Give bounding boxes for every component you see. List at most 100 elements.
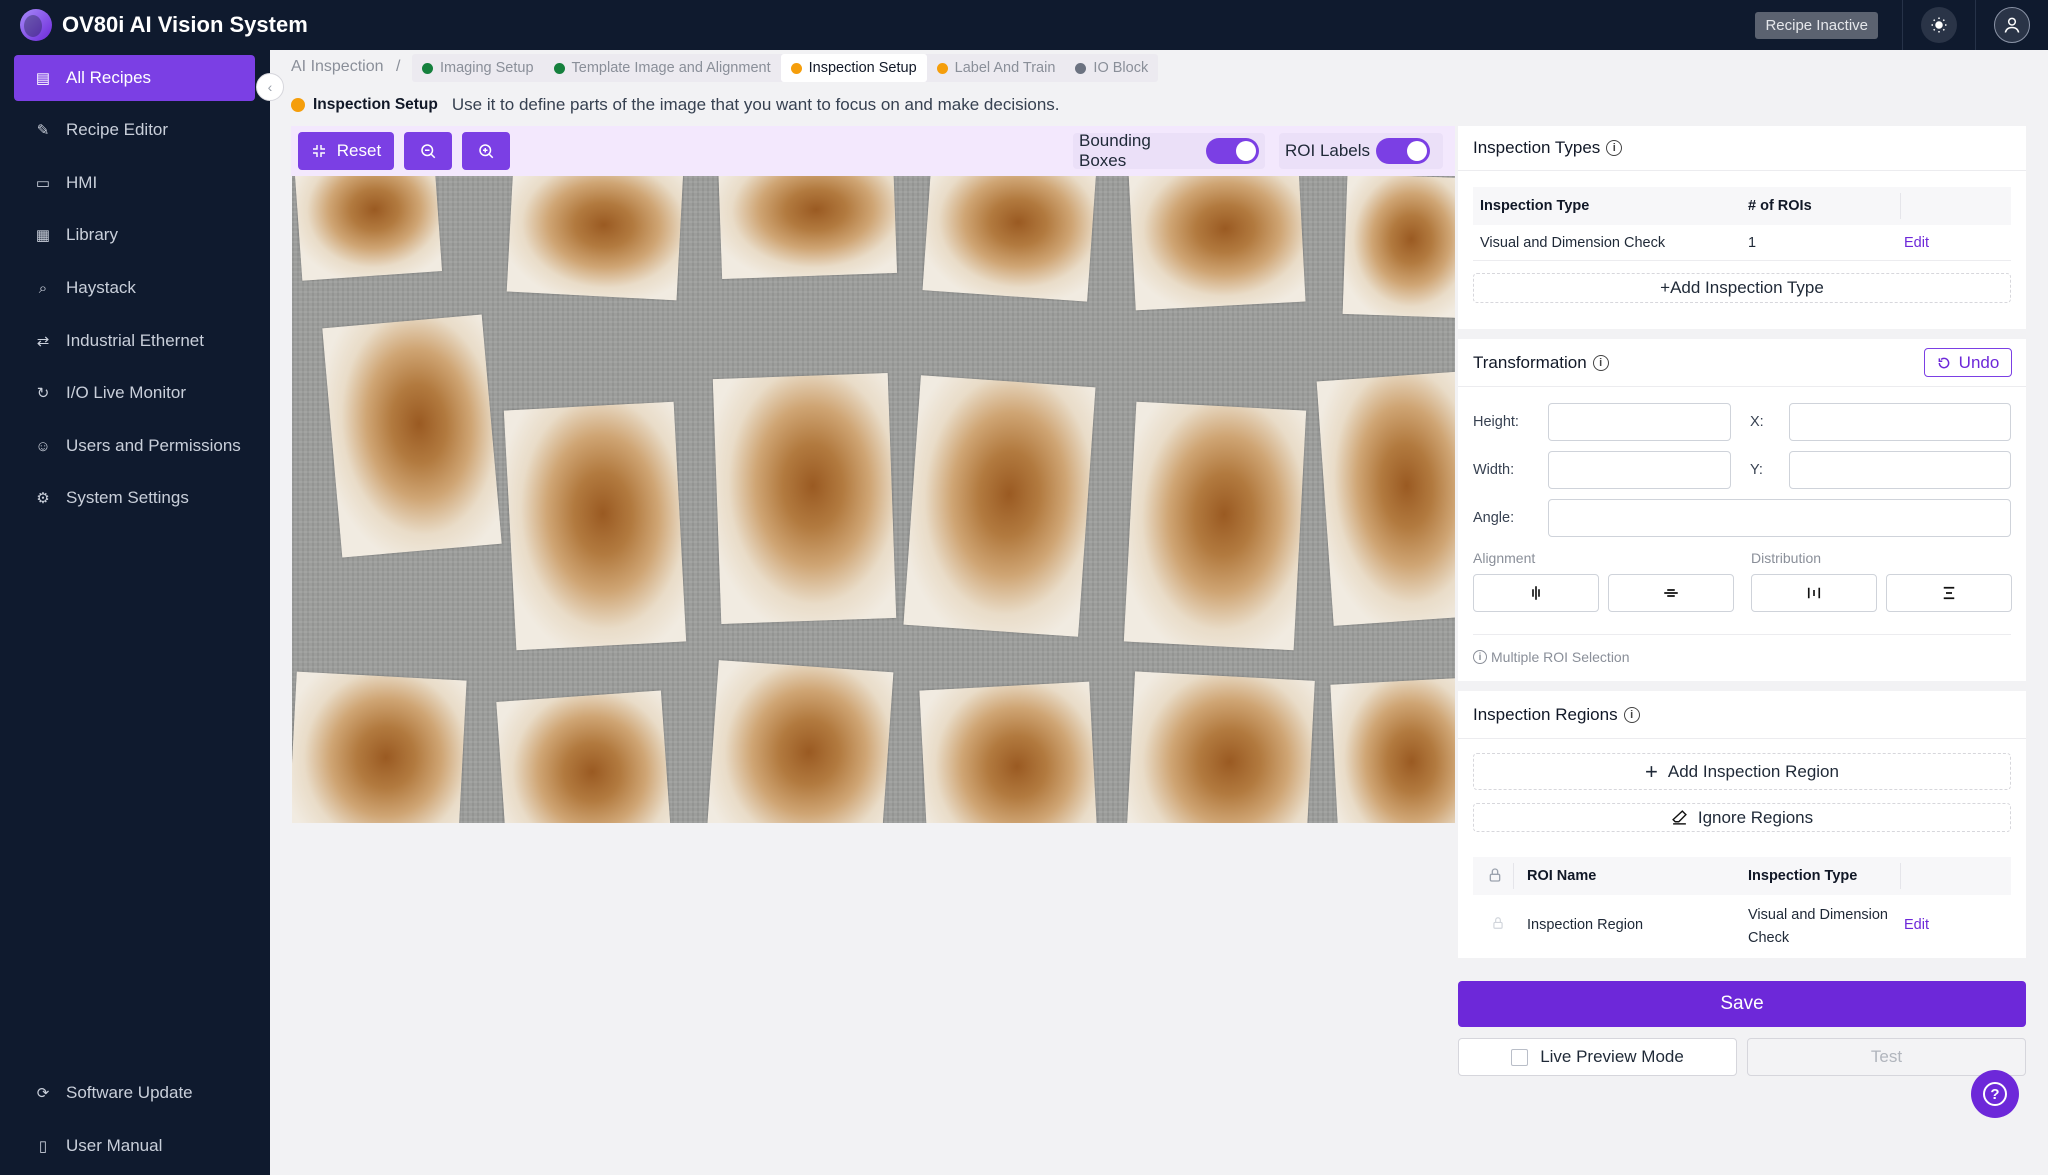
- sidebar-item-haystack[interactable]: ⌕ Haystack: [14, 265, 255, 311]
- sidebar-item-recipe-editor[interactable]: ✎ Recipe Editor: [14, 107, 255, 153]
- status-dot: [790, 62, 802, 74]
- edit-region-link[interactable]: Edit: [1904, 917, 1929, 933]
- recipes-icon: ▤: [35, 70, 51, 87]
- tab-label: IO Block: [1093, 60, 1149, 76]
- sidebar-item-users-and-permissions[interactable]: ☺ Users and Permissions: [14, 423, 255, 469]
- edit-inspection-type-link[interactable]: Edit: [1904, 235, 1929, 251]
- inspection-regions-panel: Inspection Regions i + Add Inspection Re…: [1458, 691, 2026, 958]
- panel-title-text: Inspection Regions: [1473, 705, 1618, 724]
- height-input[interactable]: [1548, 403, 1731, 441]
- image-part: [1330, 677, 1455, 823]
- image-part: [1128, 176, 1306, 311]
- image-part: [506, 176, 684, 301]
- transformation-title: Transformation i: [1473, 353, 1609, 373]
- user-icon: ☺: [35, 437, 51, 455]
- status-dot: [936, 62, 948, 74]
- live-preview-label: Live Preview Mode: [1540, 1047, 1684, 1066]
- sidebar-item-software-update[interactable]: ⟳ Software Update: [14, 1070, 255, 1116]
- image-part: [292, 671, 467, 823]
- column-header: # of ROIs: [1748, 198, 1812, 214]
- stage-title: Inspection Setup: [313, 96, 438, 113]
- user-menu-button[interactable]: [1994, 7, 2030, 43]
- reset-button[interactable]: Reset: [298, 132, 394, 170]
- multiple-roi-text: Multiple ROI Selection: [1491, 649, 1630, 665]
- info-icon[interactable]: i: [1606, 140, 1623, 156]
- tab-io-block[interactable]: IO Block: [1065, 54, 1158, 82]
- image-part: [322, 314, 502, 558]
- width-input[interactable]: [1548, 451, 1731, 489]
- distribute-horizontal-button[interactable]: [1751, 574, 1877, 612]
- multiple-roi-note: i Multiple ROI Selection: [1473, 649, 1630, 665]
- add-inspection-type-button[interactable]: +Add Inspection Type: [1473, 273, 2011, 303]
- live-preview-toggle[interactable]: Live Preview Mode: [1458, 1038, 1737, 1076]
- inspection-types-title: Inspection Types i: [1473, 138, 1623, 158]
- y-input[interactable]: [1789, 451, 2011, 489]
- undo-icon: [1938, 357, 1950, 368]
- tab-label-and-train[interactable]: Label And Train: [927, 54, 1066, 82]
- sidebar-item-library[interactable]: ▦ Library: [14, 212, 255, 258]
- tab-imaging-setup[interactable]: Imaging Setup: [412, 54, 544, 82]
- column-header: Inspection Type: [1748, 868, 1858, 884]
- roi-labels-label: ROI Labels: [1285, 141, 1371, 160]
- eraser-icon: [1671, 810, 1687, 825]
- distribution-label: Distribution: [1751, 550, 1822, 566]
- distribute-vertical-button[interactable]: [1886, 574, 2012, 612]
- image-part: [922, 176, 1097, 302]
- test-button[interactable]: Test: [1747, 1038, 2026, 1076]
- x-input[interactable]: [1789, 403, 2011, 441]
- divider: [1458, 170, 2026, 171]
- live-preview-checkbox[interactable]: [1511, 1048, 1529, 1066]
- help-button[interactable]: ?: [1971, 1070, 2019, 1118]
- divider: [1458, 386, 2026, 387]
- tab-template-image-and-alignment[interactable]: Template Image and Alignment: [544, 54, 781, 82]
- panel-title-text: Inspection Types: [1473, 138, 1601, 157]
- angle-input[interactable]: [1548, 499, 2011, 537]
- monitor-icon: ↻: [36, 385, 50, 402]
- image-part: [705, 660, 894, 823]
- bounding-boxes-switch[interactable]: [1206, 138, 1259, 164]
- ignore-regions-label: Ignore Regions: [1697, 807, 1814, 827]
- add-inspection-region-button[interactable]: + Add Inspection Region: [1473, 753, 2011, 790]
- tab-label: Imaging Setup: [440, 60, 534, 76]
- breadcrumb-root[interactable]: AI Inspection: [291, 58, 384, 75]
- divider: [1473, 634, 2011, 635]
- sidebar: ▤ All Recipes ✎ Recipe Editor ▭ HMI ▦ Li…: [0, 50, 270, 1175]
- alignment-label: Alignment: [1473, 550, 1536, 566]
- ignore-regions-button[interactable]: Ignore Regions: [1473, 803, 2011, 832]
- sidebar-item-io-live-monitor[interactable]: ↻ I/O Live Monitor: [14, 370, 255, 416]
- sidebar-item-label: User Manual: [66, 1136, 163, 1155]
- zoom-in-button[interactable]: [462, 132, 510, 170]
- info-icon[interactable]: i: [1592, 355, 1609, 371]
- sidebar-collapse-button[interactable]: ‹: [256, 73, 284, 101]
- sidebar-item-user-manual[interactable]: ▯ User Manual: [14, 1123, 255, 1169]
- sidebar-item-system-settings[interactable]: ⚙ System Settings: [14, 475, 255, 521]
- pencil-icon: ✎: [36, 122, 50, 139]
- angle-label: Angle:: [1473, 510, 1515, 526]
- info-icon[interactable]: i: [1623, 707, 1640, 723]
- panel-title-text: Transformation: [1473, 353, 1587, 372]
- recipe-status-badge: Recipe Inactive: [1755, 11, 1878, 39]
- align-vertical-center-button[interactable]: [1608, 574, 1734, 612]
- divider: [1513, 863, 1514, 889]
- zoom-out-button[interactable]: [404, 132, 452, 170]
- save-button[interactable]: Save: [1458, 981, 2026, 1027]
- tab-label: Inspection Setup: [808, 60, 917, 76]
- ethernet-icon: ⇄: [36, 333, 50, 350]
- sidebar-item-all-recipes[interactable]: ▤ All Recipes: [14, 55, 255, 101]
- image-part: [293, 176, 443, 281]
- roi-labels-switch[interactable]: [1376, 138, 1431, 164]
- top-bar: OV80i AI Vision System Recipe Inactive: [0, 0, 2048, 50]
- gear-icon: ⚙: [36, 490, 50, 507]
- divider: [1902, 0, 1903, 50]
- image-part: [1316, 371, 1455, 626]
- sidebar-item-industrial-ethernet[interactable]: ⇄ Industrial Ethernet: [14, 318, 255, 364]
- grid-icon: ▦: [35, 227, 51, 244]
- inspection-image[interactable]: [292, 176, 1455, 823]
- align-horizontal-center-button[interactable]: [1473, 574, 1599, 612]
- undo-button[interactable]: Undo: [1924, 348, 2012, 377]
- tab-inspection-setup[interactable]: Inspection Setup: [780, 54, 927, 82]
- lock-icon[interactable]: [1491, 916, 1505, 930]
- theme-toggle-button[interactable]: [1921, 7, 1957, 43]
- sidebar-item-hmi[interactable]: ▭ HMI: [14, 160, 255, 206]
- reset-label: Reset: [336, 141, 382, 160]
